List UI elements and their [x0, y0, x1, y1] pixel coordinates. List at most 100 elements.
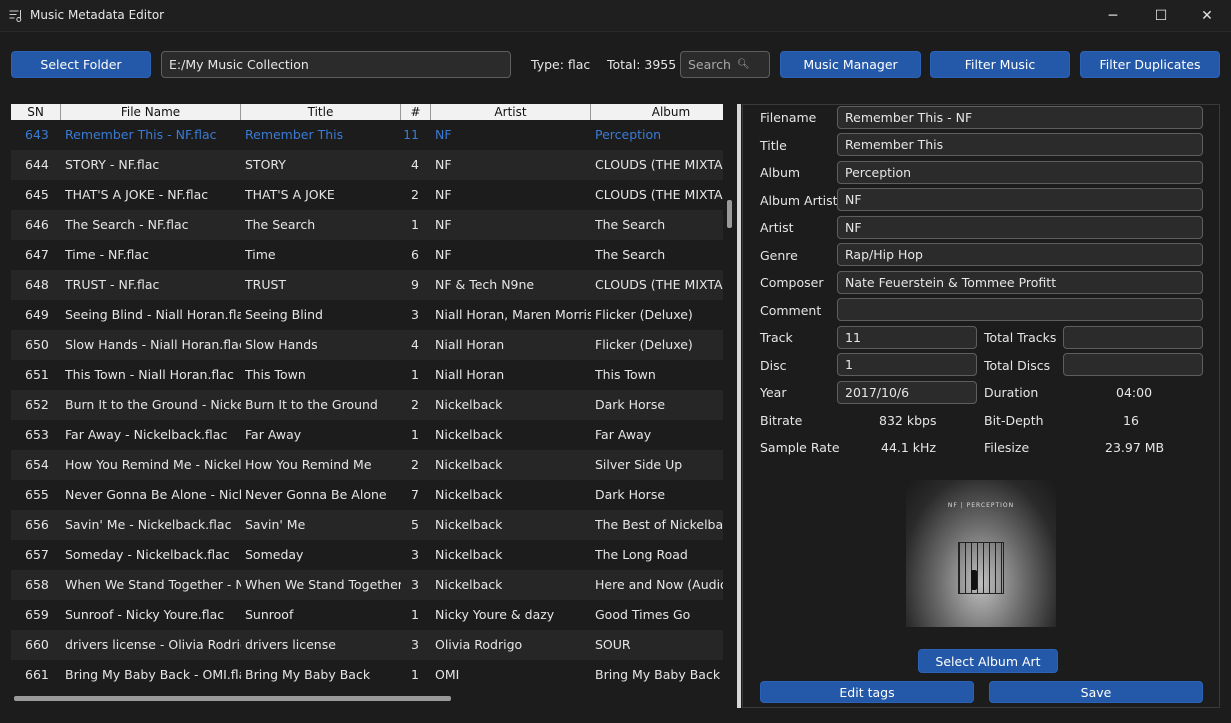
table-row[interactable]: 646 The Search - NF.flac The Search 1 NF The …: [11, 210, 723, 240]
cell-sn: 644: [25, 157, 49, 172]
table-row[interactable]: 656 Savin' Me - Nickelback.flac Savin' Me 5…: [11, 510, 723, 540]
bit-depth-value: 16: [1123, 413, 1139, 428]
album-art-cage: [958, 542, 1004, 594]
artist-field[interactable]: NF: [837, 216, 1203, 239]
table-row[interactable]: 649 Seeing Blind - Niall Horan.flac Seeing…: [11, 300, 723, 330]
column-header-artist[interactable]: Artist: [431, 104, 591, 120]
filename-label: Filename: [760, 110, 817, 125]
filename-field[interactable]: Remember This - NF: [837, 106, 1203, 129]
table-horizontal-scrollbar[interactable]: [14, 696, 451, 701]
save-button[interactable]: Save: [989, 681, 1203, 703]
table-row[interactable]: 657 Someday - Nickelback.flac Someday 3 Nick…: [11, 540, 723, 570]
cell-file-name: How You Remind Me - Nickelback.flac: [65, 457, 241, 472]
column-header-sn[interactable]: SN: [11, 104, 61, 120]
cell-title: TRUST: [245, 277, 287, 292]
table-vertical-scrollbar[interactable]: [727, 200, 732, 228]
column-header-album[interactable]: Album: [591, 104, 723, 120]
cell-album: Perception: [595, 127, 662, 142]
table-row[interactable]: 650 Slow Hands - Niall Horan.flac Slow Han…: [11, 330, 723, 360]
total-tracks-label: Total Tracks: [984, 330, 1057, 345]
cell-artist: NF: [435, 187, 452, 202]
table-row[interactable]: 651 This Town - Niall Horan.flac This Town…: [11, 360, 723, 390]
music-manager-button[interactable]: Music Manager: [780, 51, 921, 78]
search-input[interactable]: Search 🔍︎: [680, 51, 770, 78]
status-bar: [0, 709, 1231, 723]
cell-file-name: When We Stand Together - Nickelback.flac: [65, 577, 241, 592]
cell-track-number: 4: [411, 337, 419, 352]
total-discs-field[interactable]: [1063, 353, 1203, 376]
cell-artist: Nickelback: [435, 457, 503, 472]
album-art-figure: [971, 570, 977, 590]
cell-file-name: Someday - Nickelback.flac: [65, 547, 230, 562]
cell-track-number: 2: [411, 457, 419, 472]
table-row[interactable]: 658 When We Stand Together - Nickelback.f…: [11, 570, 723, 600]
table-row[interactable]: 644 STORY - NF.flac STORY 4 NF CLOUDS (THE MI…: [11, 150, 723, 180]
filter-duplicates-button[interactable]: Filter Duplicates: [1080, 51, 1220, 78]
cell-artist: NF: [435, 247, 452, 262]
table-row[interactable]: 655 Never Gonna Be Alone - Nickelback.fla…: [11, 480, 723, 510]
cell-sn: 661: [25, 667, 49, 682]
cell-sn: 648: [25, 277, 49, 292]
table-row[interactable]: 647 Time - NF.flac Time 6 NF The Search: [11, 240, 723, 270]
table-row[interactable]: 653 Far Away - Nickelback.flac Far Away 1 Ni…: [11, 420, 723, 450]
cell-track-number: 3: [411, 577, 419, 592]
type-label: Type: flac: [531, 57, 591, 72]
table-row[interactable]: 659 Sunroof - Nicky Youre.flac Sunroof 1 Nic…: [11, 600, 723, 630]
cell-track-number: 7: [411, 487, 419, 502]
table-row[interactable]: 654 How You Remind Me - Nickelback.flac Ho…: [11, 450, 723, 480]
table-row[interactable]: 661 Bring My Baby Back - OMI.flac Bring My…: [11, 660, 723, 690]
cell-file-name: Bring My Baby Back - OMI.flac: [65, 667, 241, 682]
cell-sn: 658: [25, 577, 49, 592]
column-header-title[interactable]: Title: [241, 104, 401, 120]
panel-splitter[interactable]: [737, 104, 741, 708]
cell-sn: 657: [25, 547, 49, 562]
album-art-logo-text: NF | PERCEPTION: [947, 502, 1015, 509]
search-placeholder: Search: [688, 57, 731, 72]
cell-title: This Town: [245, 367, 306, 382]
table-row[interactable]: 660 drivers license - Olivia Rodrigo.flac…: [11, 630, 723, 660]
cell-file-name: Never Gonna Be Alone - Nickelback.flac: [65, 487, 241, 502]
cell-file-name: Far Away - Nickelback.flac: [65, 427, 228, 442]
comment-field[interactable]: [837, 298, 1203, 321]
column-header-file-name[interactable]: File Name: [61, 104, 241, 120]
table-row[interactable]: 643 Remember This - NF.flac Remember This 1…: [11, 120, 723, 150]
table-row[interactable]: 652 Burn It to the Ground - Nickelback.fl…: [11, 390, 723, 420]
folder-path-field[interactable]: E:/My Music Collection: [161, 51, 511, 78]
disc-field[interactable]: 1: [837, 353, 977, 376]
cell-artist: Nickelback: [435, 427, 503, 442]
cell-title: Burn It to the Ground: [245, 397, 378, 412]
genre-field[interactable]: Rap/Hip Hop: [837, 243, 1203, 266]
table-row[interactable]: 645 THAT'S A JOKE - NF.flac THAT'S A JOKE 2…: [11, 180, 723, 210]
track-field[interactable]: 11: [837, 326, 977, 349]
track-table[interactable]: SN File Name Title # Artist Album 643 Rem…: [11, 104, 723, 694]
cell-track-number: 2: [411, 397, 419, 412]
cell-album: Silver Side Up: [595, 457, 683, 472]
composer-field[interactable]: Nate Feuerstein & Tommee Profitt: [837, 271, 1203, 294]
genre-label: Genre: [760, 248, 798, 263]
title-field[interactable]: Remember This: [837, 133, 1203, 156]
bitrate-value: 832 kbps: [879, 413, 937, 428]
album-artist-field[interactable]: NF: [837, 188, 1203, 211]
cell-artist: NF: [435, 217, 452, 232]
cell-album: CLOUDS (THE MIXTAPE): [595, 157, 723, 172]
filter-music-button[interactable]: Filter Music: [930, 51, 1070, 78]
column-header-track-number[interactable]: #: [401, 104, 431, 120]
album-artist-label: Album Artist: [760, 193, 838, 208]
table-row[interactable]: 648 TRUST - NF.flac TRUST 9 NF & Tech N9ne CL…: [11, 270, 723, 300]
cell-album: CLOUDS (THE MIXTAPE): [595, 277, 723, 292]
cell-track-number: 1: [411, 667, 419, 682]
select-folder-button[interactable]: Select Folder: [11, 51, 151, 78]
minimize-button[interactable]: ─: [1090, 0, 1136, 32]
select-album-art-button[interactable]: Select Album Art: [918, 649, 1058, 673]
total-tracks-field[interactable]: [1063, 326, 1203, 349]
edit-tags-button[interactable]: Edit tags: [760, 681, 974, 703]
maximize-button[interactable]: ☐: [1138, 0, 1184, 32]
album-field[interactable]: Perception: [837, 161, 1203, 184]
cell-artist: OMI: [435, 667, 460, 682]
bit-depth-label: Bit-Depth: [984, 413, 1044, 428]
cell-title: Slow Hands: [245, 337, 318, 352]
cell-file-name: This Town - Niall Horan.flac: [65, 367, 234, 382]
year-field[interactable]: 2017/10/6: [837, 381, 977, 404]
close-button[interactable]: ✕: [1184, 0, 1230, 32]
cell-track-number: 3: [411, 547, 419, 562]
